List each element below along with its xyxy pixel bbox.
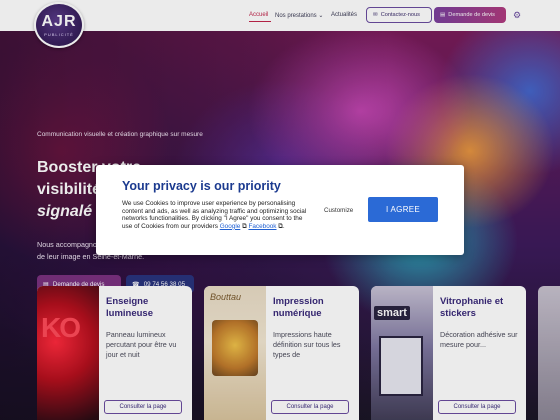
external-link-icon: ⧉ [278, 222, 283, 230]
external-link-icon: ⧉ [242, 222, 247, 230]
cookie-dialog-text: We use Cookies to improve user experienc… [122, 200, 307, 230]
agree-button[interactable]: I AGREE [368, 197, 438, 222]
cookie-consent-dialog: Your privacy is our priority We use Cook… [96, 165, 464, 255]
cookie-dialog-title: Your privacy is our priority [122, 179, 281, 193]
google-link[interactable]: Google [220, 223, 241, 230]
customize-button[interactable]: Customize [324, 207, 353, 214]
facebook-link[interactable]: Facebook [248, 223, 276, 230]
